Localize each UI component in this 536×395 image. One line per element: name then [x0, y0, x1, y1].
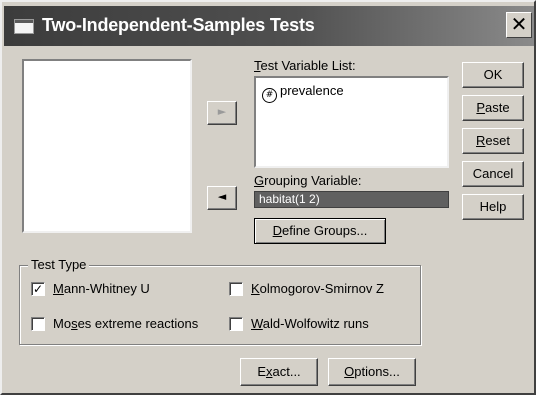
close-button[interactable]: ✕ — [506, 12, 532, 38]
wald-wolfowitz-checkbox[interactable] — [229, 317, 243, 331]
paste-button[interactable]: Paste — [462, 95, 524, 121]
grouping-variable-label: Grouping Variable: — [254, 173, 362, 188]
kolmogorov-smirnov-checkbox[interactable] — [229, 282, 243, 296]
moses-label: Moses extreme reactions — [53, 316, 199, 331]
move-to-grouping-button[interactable]: ◄ — [207, 186, 237, 210]
arrow-right-icon: ► — [217, 105, 227, 118]
window-title: Two-Independent-Samples Tests — [42, 15, 315, 35]
source-variable-list[interactable] — [22, 59, 192, 233]
exact-button[interactable]: Exact... — [240, 358, 318, 386]
ok-button[interactable]: OK — [462, 62, 524, 88]
cancel-button[interactable]: Cancel — [462, 161, 524, 187]
grouping-variable-field[interactable]: habitat(1 2) — [254, 191, 449, 208]
kolmogorov-smirnov-label: Kolmogorov-Smirnov Z — [251, 281, 384, 296]
move-to-test-list-button[interactable]: ► — [207, 101, 237, 125]
mann-whitney-checkbox[interactable]: ✓ — [31, 282, 45, 296]
window-icon — [14, 19, 34, 34]
list-item[interactable]: # prevalence — [262, 83, 344, 103]
scale-variable-icon: # — [262, 88, 277, 103]
test-variable-list[interactable]: # prevalence — [254, 76, 449, 168]
arrow-left-icon: ◄ — [217, 190, 227, 203]
moses-checkbox[interactable] — [31, 317, 45, 331]
mann-whitney-label: Mann-Whitney U — [53, 281, 150, 296]
help-button[interactable]: Help — [462, 194, 524, 220]
test-variable-list-label: Test Variable List: — [254, 58, 356, 73]
grouping-variable-value: habitat(1 2) — [259, 192, 320, 206]
two-independent-samples-dialog: Two-Independent-Samples Tests ✕ ► ◄ Test… — [0, 0, 536, 395]
test-type-title: Test Type — [28, 257, 90, 272]
title-bar[interactable]: Two-Independent-Samples Tests ✕ — [4, 6, 534, 46]
reset-button[interactable]: Reset — [462, 128, 524, 154]
wald-wolfowitz-label: Wald-Wolfowitz runs — [251, 316, 369, 331]
test-type-group: Test Type ✓ Mann-Whitney U Kolmogorov-Sm… — [19, 257, 421, 345]
options-button[interactable]: Options... — [328, 358, 416, 386]
define-groups-button[interactable]: Define Groups... — [254, 218, 386, 244]
